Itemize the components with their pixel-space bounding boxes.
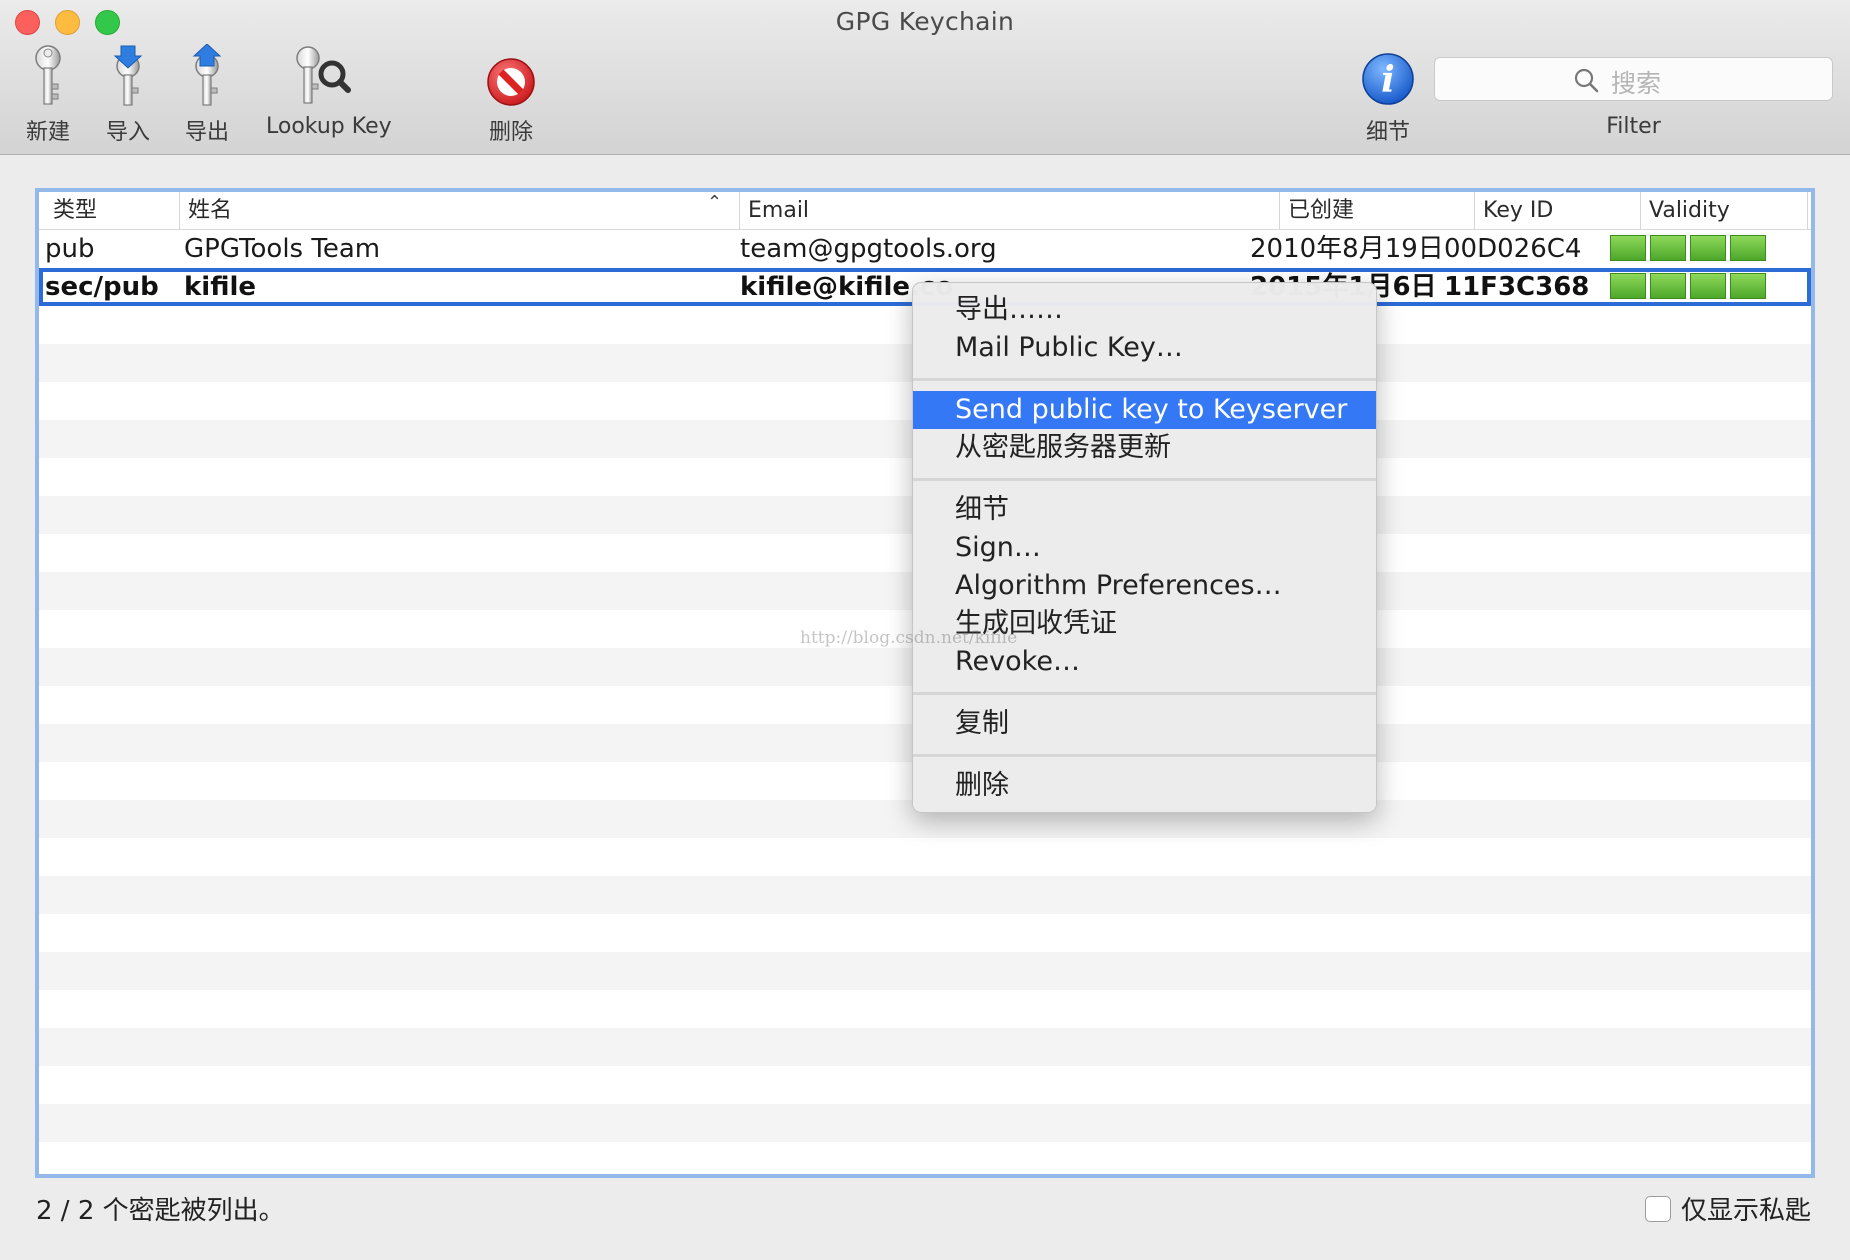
- menu-item-revoke[interactable]: Revoke…: [913, 643, 1376, 681]
- export-key-icon: [192, 44, 222, 106]
- column-header-validity[interactable]: Validity: [1640, 192, 1808, 229]
- import-key-icon: [113, 45, 143, 106]
- empty-row: [39, 1104, 1811, 1142]
- validity-segment: [1610, 273, 1646, 299]
- filter-label: Filter: [1606, 114, 1661, 139]
- empty-row: [39, 876, 1811, 914]
- cell-created: 2010年8月19日: [1250, 234, 1444, 264]
- watermark: http://blog.csdn.net/kifile: [800, 628, 1018, 648]
- validity-segment: [1650, 235, 1686, 261]
- menu-separator: [913, 478, 1376, 481]
- table-row[interactable]: pub GPGTools Team team@gpgtools.org 2010…: [39, 230, 1811, 268]
- sort-ascending-icon: ⌃: [707, 192, 723, 213]
- column-header-key-id[interactable]: Key ID: [1474, 192, 1640, 229]
- empty-row: [39, 914, 1811, 952]
- search-icon: [1574, 68, 1599, 93]
- cell-type: sec/pub: [45, 272, 159, 302]
- export-label: 导出: [184, 120, 229, 145]
- new-key-label: 新建: [25, 120, 70, 145]
- column-header-name[interactable]: 姓名: [179, 192, 739, 229]
- empty-row: [39, 838, 1811, 876]
- secret-only-label: 仅显示私匙: [1681, 1196, 1812, 1226]
- menu-item-details[interactable]: 细节: [913, 491, 1376, 529]
- column-header-type[interactable]: 类型: [45, 192, 179, 229]
- validity-segment: [1730, 235, 1766, 261]
- validity-bar: [1610, 235, 1766, 263]
- delete-label: 删除: [488, 120, 533, 145]
- empty-row: [39, 990, 1811, 1028]
- checkbox-box[interactable]: [1645, 1195, 1671, 1222]
- validity-segment: [1690, 235, 1726, 261]
- cell-key-id: 00D026C4: [1444, 234, 1582, 264]
- search-placeholder: 搜索: [1611, 69, 1662, 98]
- prohibited-icon: [487, 58, 535, 106]
- lookup-key-label: Lookup Key: [266, 114, 392, 139]
- key-search-icon: [296, 46, 351, 104]
- menu-item-send-to-keyserver[interactable]: Send public key to Keyserver: [913, 391, 1376, 429]
- menu-item-export[interactable]: 导出……: [913, 291, 1376, 329]
- details-label: 细节: [1365, 120, 1410, 145]
- validity-segment: [1610, 235, 1646, 261]
- import-label: 导入: [105, 120, 150, 145]
- empty-row: [39, 1028, 1811, 1066]
- context-menu: 导出…… Mail Public Key… Send public key to…: [912, 282, 1377, 813]
- cell-type: pub: [45, 234, 95, 264]
- cell-name: GPGTools Team: [184, 234, 381, 264]
- column-header-created[interactable]: 已创建: [1279, 192, 1474, 229]
- validity-segment: [1730, 273, 1766, 299]
- menu-item-algorithm-preferences[interactable]: Algorithm Preferences…: [913, 567, 1376, 605]
- info-icon: i: [1362, 53, 1414, 105]
- menu-separator: [913, 754, 1376, 757]
- empty-row: [39, 1142, 1811, 1174]
- secret-only-checkbox[interactable]: 仅显示私匙: [1645, 1190, 1811, 1227]
- menu-item-sign[interactable]: Sign…: [913, 529, 1376, 567]
- cell-name: kifile: [184, 272, 257, 302]
- menu-item-delete[interactable]: 删除: [913, 767, 1376, 805]
- menu-item-mail-public-key[interactable]: Mail Public Key…: [913, 329, 1376, 367]
- search-input[interactable]: 搜索: [1434, 57, 1833, 101]
- window-title: GPG Keychain: [835, 7, 1015, 36]
- toolbar: GPG Keychain 新建 导入 导出 Lookup Key 删除 i 细节…: [0, 0, 1850, 155]
- menu-separator: [913, 692, 1376, 695]
- status-text: 2 / 2 个密匙被列出。: [36, 1196, 285, 1226]
- menu-separator: [913, 378, 1376, 381]
- validity-segment: [1650, 273, 1686, 299]
- table-header: 类型 姓名 ⌃ Email 已创建 Key ID Validity: [39, 192, 1811, 230]
- svg-text:i: i: [1381, 59, 1395, 101]
- menu-item-update-from-keyserver[interactable]: 从密匙服务器更新: [913, 429, 1376, 467]
- key-icon: [35, 45, 61, 105]
- cell-email: team@gpgtools.org: [740, 234, 997, 264]
- validity-segment: [1690, 273, 1726, 299]
- empty-row: [39, 952, 1811, 990]
- menu-item-copy[interactable]: 复制: [913, 705, 1376, 743]
- column-header-email[interactable]: Email: [739, 192, 1279, 229]
- gpg-keychain-window: GPG Keychain 新建 导入 导出 Lookup Key 删除 i 细节…: [0, 0, 1850, 1260]
- cell-key-id: 11F3C368: [1444, 272, 1590, 302]
- validity-bar: [1610, 273, 1766, 301]
- empty-row: [39, 1066, 1811, 1104]
